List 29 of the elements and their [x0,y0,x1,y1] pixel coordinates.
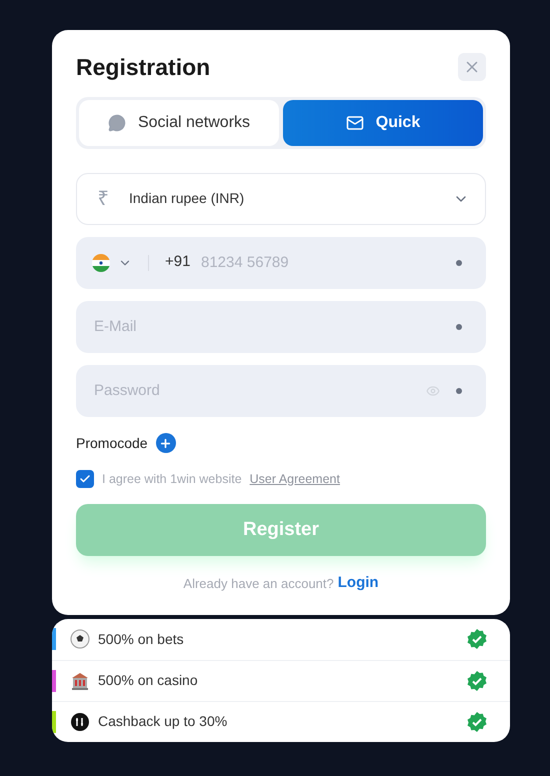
email-field[interactable]: E-Mail [76,300,486,352]
verified-badge-icon [466,670,488,692]
login-prompt: Already have an account? [183,574,334,593]
mail-icon [346,114,364,132]
plus-icon [159,436,172,450]
rupee-icon: ₹ [93,184,113,214]
add-promocode-button[interactable] [156,433,176,453]
bonus-text: Cashback up to 30% [98,712,228,732]
password-field[interactable]: Password [76,364,486,416]
check-icon [79,472,91,485]
bonus-text: 500% on bets [98,630,185,649]
india-flag-icon [92,254,110,272]
casino-building-icon [70,670,90,691]
country-code: +91 [165,252,190,272]
verified-badge-icon [466,628,488,650]
tab[interactable]: Quick [283,100,483,146]
agreement-checkbox[interactable] [76,470,94,488]
bonus-text: 500% on casino [98,671,199,690]
verified-badge-icon [466,710,488,733]
currency-select[interactable]: ₹ Indian rupee (INR) [76,172,486,224]
soccer-ball-icon [70,629,90,650]
user-agreement-link[interactable]: User Agreement [250,470,340,488]
dialog-title: Registration [76,53,210,82]
chat-bubble-icon [108,114,126,132]
login-link[interactable]: Login [338,572,379,595]
tab[interactable]: Social networks [79,100,279,146]
agreement-text: I agree with 1win website [102,470,242,488]
promocode-label: Promocode [76,434,148,452]
close-button[interactable] [458,53,486,82]
